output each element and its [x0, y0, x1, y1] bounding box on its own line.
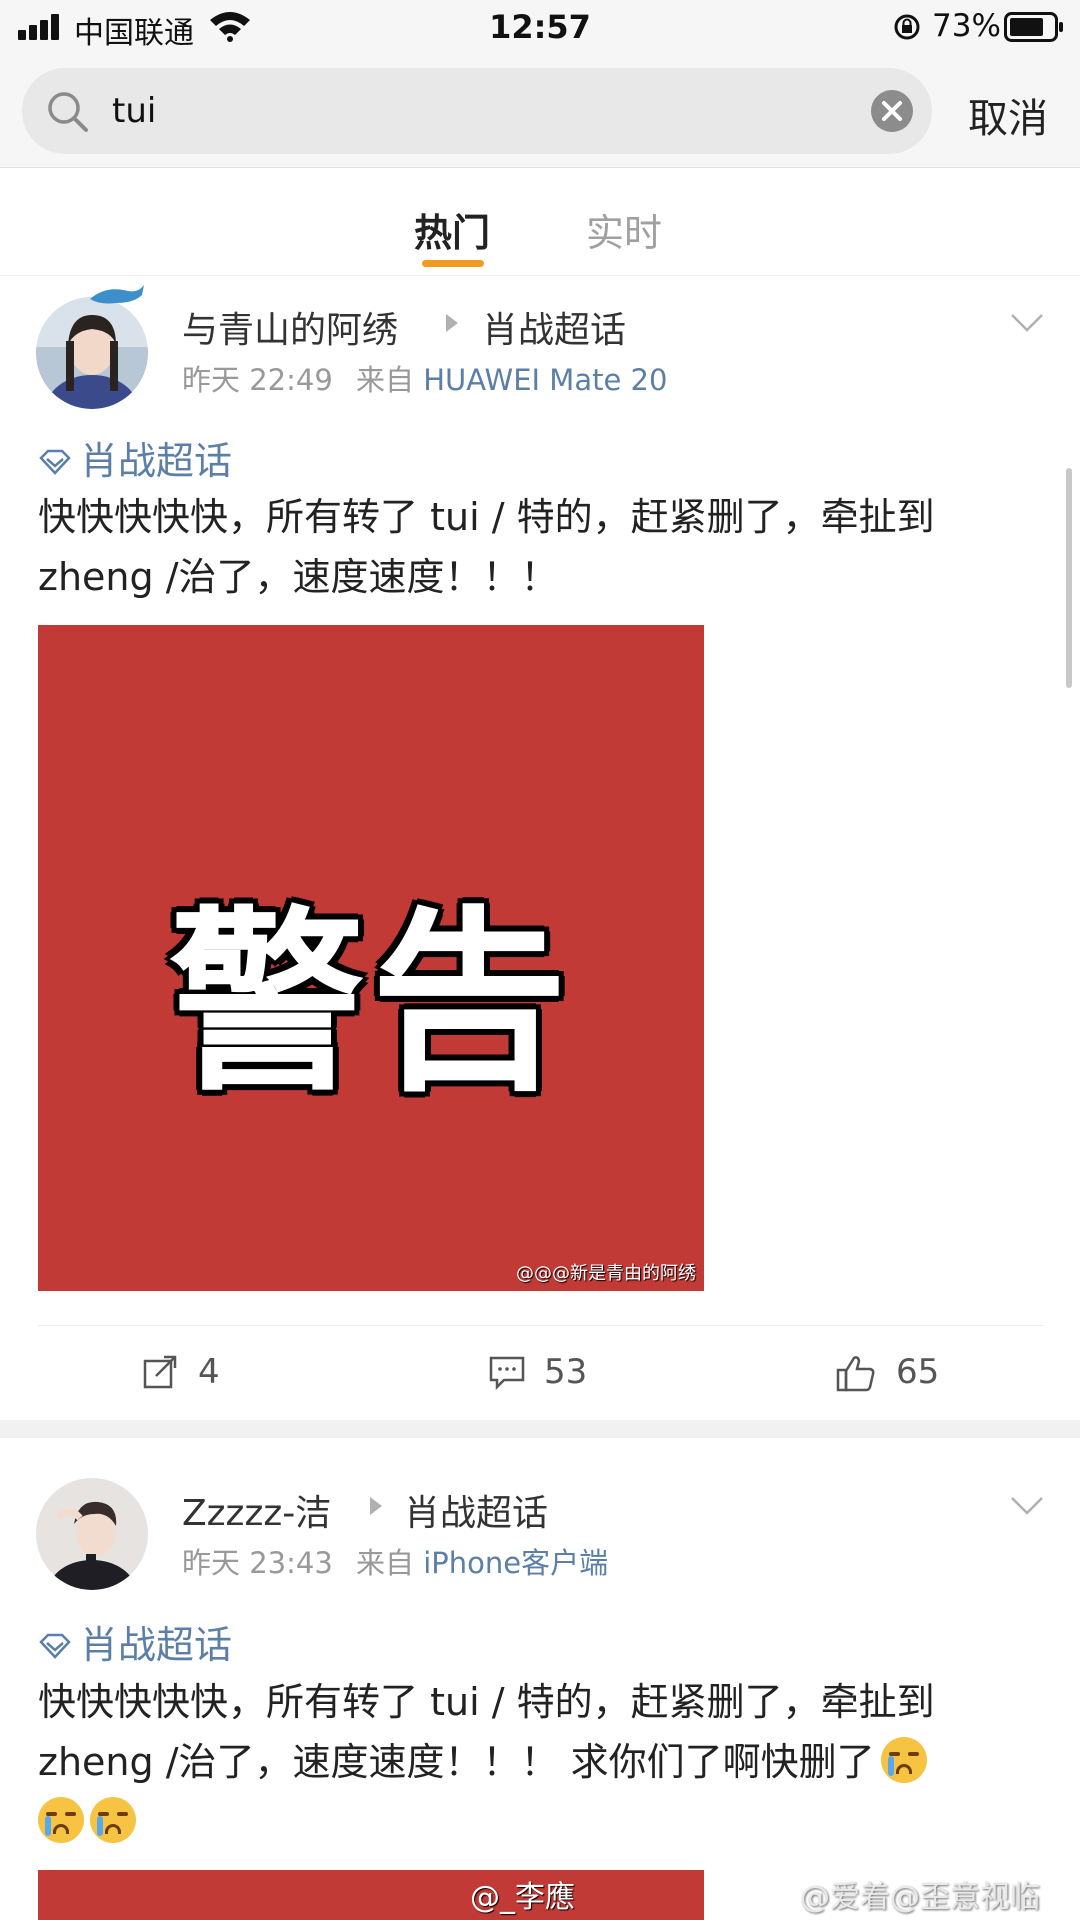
post-text: 快快快快快，所有转了 tui / 特的，赶紧删了，牵扯到 zheng /治了，速…: [38, 1672, 1048, 1852]
repost-count: 4: [198, 1352, 220, 1392]
comment-count: 53: [544, 1352, 588, 1392]
search-input[interactable]: [112, 86, 812, 136]
battery-percent: 73%: [932, 8, 1001, 44]
like-button[interactable]: 65: [836, 1352, 956, 1396]
search-bar: 取消: [0, 56, 1080, 168]
post-text-line-with-emoji: zheng /治了，速度速度！！！ 求你们了啊快删了: [38, 1732, 1048, 1792]
post-source: iPhone客户端: [423, 1546, 609, 1580]
user-name[interactable]: 与青山的阿绣: [182, 301, 398, 353]
diamond-icon: [39, 1633, 71, 1659]
topic-link[interactable]: 肖战超话: [482, 301, 626, 353]
post-text-line: 快快快快快，所有转了 tui / 特的，赶紧删了，牵扯到: [38, 1680, 935, 1724]
from-label: 来自: [356, 363, 415, 397]
thumbs-up-icon: [836, 1356, 875, 1392]
warning-image-text: 警告: [168, 890, 573, 1118]
post-text-line: 快快快快快，所有转了 tui / 特的，赶紧删了，牵扯到: [38, 495, 935, 539]
emoji-line: [38, 1792, 1048, 1852]
user-name[interactable]: Zzzzz-洁: [182, 1484, 331, 1536]
post-separator: [0, 1420, 1080, 1438]
post-image[interactable]: 警告 @@@新是青由的阿绣: [38, 625, 704, 1291]
chevron-down-icon[interactable]: [1010, 313, 1044, 333]
post-text-line: zheng /治了，速度速度！！！ 求你们了啊快删了: [38, 1740, 875, 1784]
rotation-lock-icon: [894, 14, 920, 40]
post-text: 快快快快快，所有转了 tui / 特的，赶紧删了，牵扯到 zheng /治了，速…: [38, 487, 1048, 607]
status-bar: 中国联通 12:57 73%: [0, 0, 1080, 56]
divider: [38, 1325, 1044, 1326]
topic-link[interactable]: 肖战超话: [404, 1484, 548, 1536]
search-box[interactable]: [22, 68, 932, 154]
crying-emoji-icon: [38, 1797, 84, 1843]
avatar[interactable]: [36, 1478, 148, 1590]
diamond-icon: [39, 449, 71, 475]
post-card[interactable]: Zzzzz-洁 肖战超话 昨天 23:43 来自 iPhone客户端 肖战超话 …: [0, 1438, 1080, 1920]
topic-tag-label: 肖战超话: [80, 439, 233, 483]
avatar[interactable]: [36, 297, 148, 409]
post-image[interactable]: [38, 1870, 704, 1920]
post-time: 昨天 22:49: [182, 363, 333, 397]
comment-button[interactable]: 53: [488, 1352, 608, 1396]
post-meta: 昨天 22:49 来自 HUAWEI Mate 20: [182, 357, 667, 399]
scrollbar[interactable]: [1066, 468, 1072, 688]
topic-tag[interactable]: 肖战超话: [38, 1614, 232, 1669]
post-source: HUAWEI Mate 20: [423, 363, 668, 397]
from-label: 来自: [356, 1546, 415, 1580]
tab-hot[interactable]: 热门: [414, 202, 490, 257]
topic-arrow-icon: [446, 314, 458, 332]
whale-badge-icon: [90, 285, 144, 304]
like-count: 65: [896, 1352, 940, 1392]
post-meta: 昨天 23:43 来自 iPhone客户端: [182, 1540, 608, 1582]
battery-icon: [1004, 12, 1063, 42]
tab-bar: 热门 实时: [0, 168, 1080, 276]
clear-icon[interactable]: [870, 89, 914, 133]
topic-tag[interactable]: 肖战超话: [38, 430, 232, 485]
crying-emoji-icon: [880, 1737, 927, 1783]
corner-watermark: @爱着@歪意视临: [800, 1880, 1040, 1915]
repost-button[interactable]: 4: [142, 1352, 262, 1396]
search-icon: [48, 92, 88, 132]
post-time: 昨天 23:43: [182, 1546, 333, 1580]
chevron-down-icon[interactable]: [1010, 1496, 1044, 1516]
cancel-button[interactable]: 取消: [968, 86, 1048, 144]
repost-icon: [143, 1355, 177, 1389]
post-card[interactable]: 与青山的阿绣 肖战超话 昨天 22:49 来自 HUAWEI Mate 20 肖…: [0, 277, 1080, 1419]
comment-icon: [489, 1356, 525, 1390]
crying-emoji-icon: [90, 1797, 136, 1843]
image-watermark: @@@新是青由的阿绣: [516, 1263, 696, 1284]
active-tab-indicator: [422, 260, 484, 267]
tab-live[interactable]: 实时: [586, 202, 662, 257]
post-text-line: zheng /治了，速度速度！！！: [38, 555, 559, 599]
topic-arrow-icon: [370, 1497, 382, 1515]
topic-tag-label: 肖战超话: [80, 1623, 233, 1667]
image-watermark: @_李應: [470, 1880, 575, 1915]
